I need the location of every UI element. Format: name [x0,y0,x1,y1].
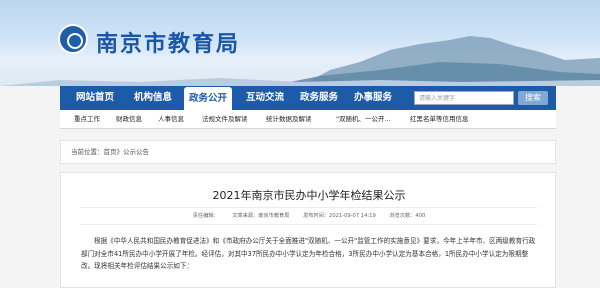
subnav-personnel[interactable]: 人事信息 [158,110,184,128]
nav-item-gov-affairs[interactable]: 政务公开 [184,87,233,110]
breadcrumb-prefix: 当前位置： [71,148,104,156]
meta-date: 发布时间：2021-09-07 14:19 [303,213,376,219]
subnav-regulations[interactable]: 法规文件及解读 [202,110,248,128]
meta-views: 浏览次数：400 [389,213,426,219]
article-title: 2021年南京市民办中小学年检结果公示 [212,189,406,202]
search-input[interactable]: 请输入关键字 [414,91,514,105]
article-panel: 2021年南京市民办中小学年检结果公示 责任编辑： 文章来源：南京市教育局 发布… [60,172,556,288]
subnav-key-work[interactable]: 重点工作 [74,110,100,128]
nav-item-affairs-service[interactable]: 办事服务 [354,86,392,110]
subnav-finance[interactable]: 财政信息 [116,110,142,128]
breadcrumb-home-link[interactable]: 首页 [104,148,117,156]
subnav-credit-list[interactable]: 红黑名单等信用信息 [410,110,469,128]
mountain-landscape-image [0,36,600,86]
subnav-double-random[interactable]: "双随机、一公开... [336,110,391,128]
sub-nav: 重点工作 财政信息 人事信息 法规文件及解读 统计数据及解读 "双随机、一公开.… [60,110,556,129]
meta-editor: 责任编辑： [192,213,219,219]
nav-item-institution[interactable]: 机构信息 [134,86,172,110]
search-button[interactable]: 搜索 [518,91,548,105]
article-meta: 责任编辑： 文章来源：南京市教育局 发布时间：2021-09-07 14:19 … [81,207,537,225]
header-banner: 南京市教育局 [0,0,600,86]
breadcrumb-section-link[interactable]: 公示公告 [123,148,149,156]
nav-item-home[interactable]: 网站首页 [76,86,114,110]
breadcrumb: 当前位置：首页》公示公告 [60,140,556,164]
nav-item-interaction[interactable]: 互动交流 [246,86,284,110]
article-body: 根据《中华人民共和国民办教育促进法》和《市政府办公厅关于全面推进"双随机、一公开… [81,237,536,270]
subnav-statistics[interactable]: 统计数据及解读 [266,110,312,128]
meta-source: 文章来源：南京市教育局 [232,213,290,219]
nav-item-gov-service[interactable]: 政务服务 [300,86,338,110]
site-logo-icon[interactable] [58,24,88,54]
site-title[interactable]: 南京市教育局 [96,26,240,58]
